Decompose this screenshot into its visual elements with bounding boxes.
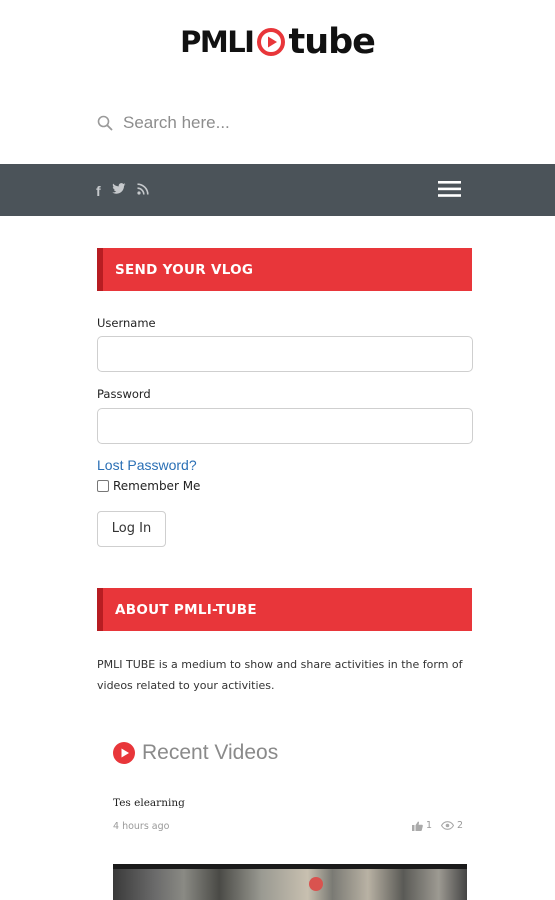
video-thumbnail-detail bbox=[309, 877, 323, 891]
video-likes: 1 bbox=[426, 820, 433, 831]
thumbs-up-icon[interactable] bbox=[412, 821, 423, 831]
username-field[interactable] bbox=[97, 336, 473, 372]
facebook-icon[interactable]: f bbox=[96, 184, 101, 198]
about-widget-heading: ABOUT PMLI-TUBE bbox=[115, 602, 257, 618]
top-navbar: f bbox=[0, 164, 555, 216]
video-views: 2 bbox=[457, 820, 464, 831]
video-stats: 1 2 bbox=[412, 820, 472, 831]
search-bar bbox=[97, 108, 477, 138]
about-text: PMLI TUBE is a medium to show and share … bbox=[97, 658, 463, 692]
social-links: f bbox=[96, 182, 160, 200]
search-icon[interactable] bbox=[97, 115, 113, 131]
play-circle-icon bbox=[113, 742, 135, 764]
username-label: Username bbox=[97, 316, 156, 330]
login-widget-heading: SEND YOUR VLOG bbox=[115, 262, 254, 278]
logo-text-right: tube bbox=[288, 22, 375, 62]
search-input[interactable] bbox=[123, 113, 463, 133]
video-thumbnail[interactable] bbox=[113, 864, 467, 900]
login-button[interactable]: Log In bbox=[97, 511, 166, 547]
site-logo[interactable]: PMLI tube bbox=[0, 22, 555, 62]
about-widget-title: ABOUT PMLI-TUBE bbox=[97, 588, 472, 631]
remember-me-checkbox[interactable] bbox=[97, 480, 109, 492]
lost-password-link[interactable]: Lost Password? bbox=[97, 457, 197, 473]
twitter-icon[interactable] bbox=[111, 182, 126, 200]
video-thumbnail-image bbox=[113, 869, 467, 900]
password-field[interactable] bbox=[97, 408, 473, 444]
rss-icon[interactable] bbox=[137, 182, 149, 200]
hamburger-menu-icon[interactable] bbox=[438, 180, 462, 198]
remember-me-label[interactable]: Remember Me bbox=[113, 479, 200, 493]
eye-icon bbox=[441, 821, 455, 830]
remember-me-row: Remember Me bbox=[97, 479, 200, 493]
video-time: 4 hours ago bbox=[113, 821, 170, 832]
logo-text-left: PMLI bbox=[180, 25, 255, 59]
recent-videos-heading: Recent Videos bbox=[142, 741, 279, 764]
password-label: Password bbox=[97, 387, 151, 401]
recent-videos-header: Recent Videos bbox=[113, 741, 278, 765]
logo-play-icon bbox=[257, 28, 286, 56]
video-title[interactable]: Tes elearning bbox=[113, 797, 185, 809]
login-widget-title: SEND YOUR VLOG bbox=[97, 248, 472, 291]
